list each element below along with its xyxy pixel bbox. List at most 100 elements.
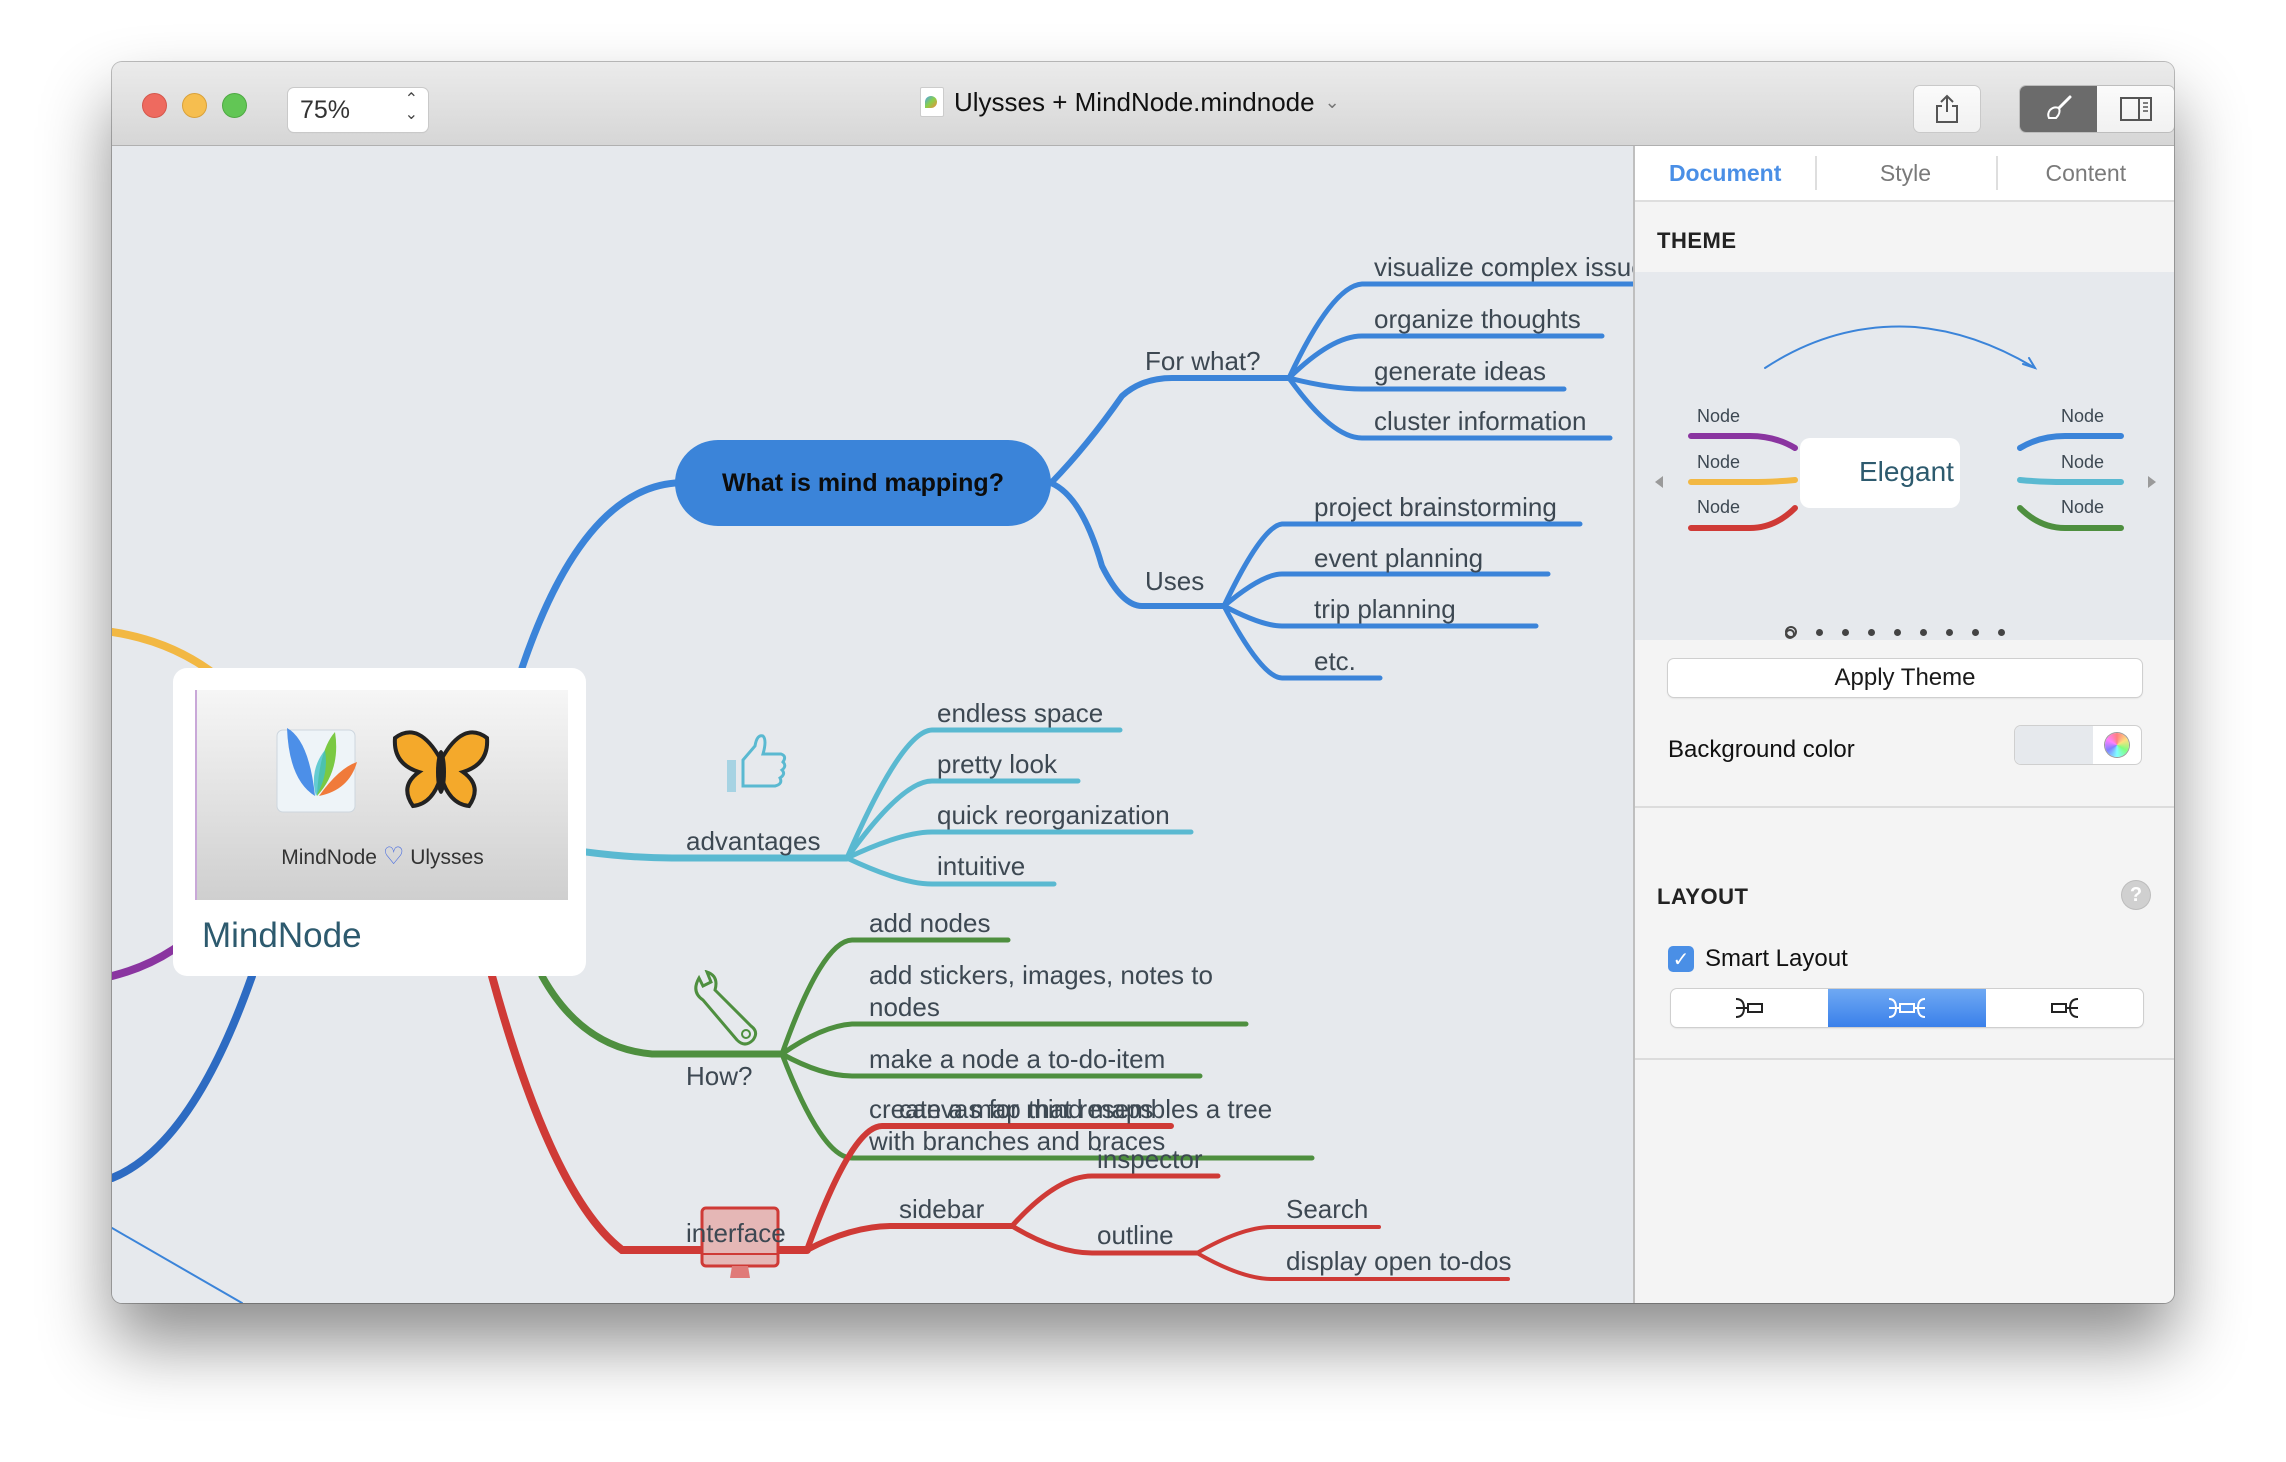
node-uses[interactable]: Uses <box>1145 566 1204 597</box>
node-outline[interactable]: outline <box>1097 1220 1174 1251</box>
chevron-down-icon: ⌄ <box>1324 91 1340 112</box>
theme-preview-name: Elegant <box>1859 456 1954 487</box>
layout-left-button[interactable] <box>1986 989 2143 1027</box>
background-color-label: Background color <box>1668 736 1855 763</box>
page-dot[interactable] <box>1816 628 1823 636</box>
layout-both-button[interactable] <box>1828 989 1986 1027</box>
theme-node-label: Node <box>2061 452 2105 472</box>
theme-node-label: Node <box>2061 497 2105 517</box>
node-organize[interactable]: organize thoughts <box>1374 304 1581 335</box>
layout-right-button[interactable] <box>1671 989 1828 1027</box>
layout-direction-segmented <box>1671 989 2143 1027</box>
link-sidebar-1 <box>1009 1173 1221 1229</box>
node-endless-space[interactable]: endless space <box>937 698 1103 729</box>
smart-layout-checkbox[interactable]: ✓ <box>1668 946 1694 972</box>
caption-ulysses: Ulysses <box>410 846 484 869</box>
node-canvas[interactable]: canvas for mind maps <box>899 1094 1153 1125</box>
node-intuitive[interactable]: intuitive <box>937 851 1025 882</box>
sidebar-icon <box>2119 97 2152 121</box>
section-divider <box>1635 806 2174 808</box>
background-color-well[interactable] <box>2015 726 2141 764</box>
node-how[interactable]: How? <box>686 1061 752 1092</box>
node-search[interactable]: Search <box>1286 1194 1368 1225</box>
node-for-what[interactable]: For what? <box>1145 346 1261 377</box>
theme-page-dots[interactable] <box>1785 626 2005 638</box>
tab-document[interactable]: Document <box>1635 146 1815 200</box>
section-divider <box>1635 1058 2174 1060</box>
document-title[interactable]: Ulysses + MindNode.mindnode ⌄ <box>920 80 1340 124</box>
color-wheel-icon <box>2105 733 2129 757</box>
zoom-select[interactable]: 75% ⌃ ⌄ <box>288 88 428 132</box>
link-main-forwhat <box>1048 375 1292 486</box>
layout-heading: LAYOUT <box>1657 884 1749 909</box>
layout-right-icon <box>1735 998 1763 1018</box>
zoom-value: 75% <box>300 96 351 124</box>
node-add-stickers-line2[interactable]: nodes <box>869 992 940 1023</box>
view-toggle <box>2020 86 2174 132</box>
node-interface[interactable]: interface <box>686 1218 786 1249</box>
theme-node-label: Node <box>2061 406 2105 426</box>
layout-left-icon <box>2051 998 2079 1018</box>
node-pretty-look[interactable]: pretty look <box>937 749 1057 780</box>
tab-style[interactable]: Style <box>1815 146 1995 200</box>
root-node-label: MindNode <box>202 916 362 955</box>
page-dot[interactable] <box>1868 628 1875 636</box>
node-sidebar[interactable]: sidebar <box>899 1194 984 1225</box>
apply-theme-button[interactable]: Apply Theme <box>1668 659 2142 697</box>
node-advantages[interactable]: advantages <box>686 826 820 857</box>
color-swatch <box>2015 726 2093 764</box>
page-dot[interactable] <box>1946 628 1953 636</box>
minimize-button[interactable] <box>182 93 207 118</box>
mindmap-canvas[interactable]: MindNode ♡ Ulysses MindNode What is mind… <box>112 146 1633 1303</box>
wrench-icon <box>694 970 758 1046</box>
mindnode-logo-icon <box>276 728 357 813</box>
node-add-nodes[interactable]: add nodes <box>869 908 990 939</box>
updown-chevron-icon: ⌃ ⌄ <box>404 91 418 123</box>
theme-heading: THEME <box>1657 228 1737 253</box>
inspector-tabs: Document Style Content <box>1635 146 2174 202</box>
branch-darkblue <box>112 972 256 1182</box>
page-dot[interactable] <box>1920 628 1927 636</box>
main-topic-node[interactable]: What is mind mapping? <box>675 440 1051 526</box>
style-inspector-button[interactable] <box>2020 86 2097 132</box>
node-quick-reorg[interactable]: quick reorganization <box>937 800 1170 831</box>
node-inspector[interactable]: inspector <box>1097 1144 1203 1175</box>
smart-layout-label: Smart Layout <box>1705 945 1848 972</box>
node-etc[interactable]: etc. <box>1314 646 1356 677</box>
layout-both-icon <box>1888 998 1926 1018</box>
node-add-stickers[interactable]: add stickers, images, notes to <box>869 960 1213 991</box>
root-node[interactable]: MindNode ♡ Ulysses MindNode <box>173 668 586 976</box>
document-icon <box>920 87 944 117</box>
document-title-text: Ulysses + MindNode.mindnode <box>954 86 1315 117</box>
fullscreen-button[interactable] <box>222 93 247 118</box>
paintbrush-icon <box>2046 95 2071 119</box>
tab-content[interactable]: Content <box>1995 146 2174 200</box>
title-bar: 75% ⌃ ⌄ Ulysses + MindNode.mindnode ⌄ <box>112 62 2174 146</box>
node-todo[interactable]: make a node a to-do-item <box>869 1044 1165 1075</box>
page-dot[interactable] <box>1785 626 1797 638</box>
inspector-sidebar: Document Style Content THEME Elegant Nod… <box>1633 146 2174 1303</box>
share-icon <box>1936 94 1958 123</box>
app-window: 75% ⌃ ⌄ Ulysses + MindNode.mindnode ⌄ Mi… <box>112 62 2174 1303</box>
node-trip[interactable]: trip planning <box>1314 594 1456 625</box>
page-dot[interactable] <box>1998 628 2005 636</box>
thumbs-up-icon <box>727 734 787 792</box>
node-event[interactable]: event planning <box>1314 543 1483 574</box>
page-dot[interactable] <box>1894 628 1901 636</box>
theme-preview-carousel: Elegant Node Node Node Node Node Node <box>1635 272 2174 640</box>
theme-node-label: Node <box>1697 406 1741 426</box>
close-button[interactable] <box>142 93 167 118</box>
sidebar-toggle-button[interactable] <box>2097 86 2174 132</box>
link-interface-2 <box>804 1223 1015 1253</box>
share-button[interactable] <box>1914 86 1980 132</box>
root-node-image: MindNode ♡ Ulysses <box>195 690 568 900</box>
node-display-todos[interactable]: display open to-dos <box>1286 1246 1511 1277</box>
page-dot[interactable] <box>1972 628 1979 636</box>
node-cluster[interactable]: cluster information <box>1374 406 1586 437</box>
theme-node-label: Node <box>1697 452 1741 472</box>
node-project[interactable]: project brainstorming <box>1314 492 1557 523</box>
page-dot[interactable] <box>1842 628 1849 636</box>
node-generate[interactable]: generate ideas <box>1374 356 1546 387</box>
help-icon[interactable]: ? <box>2122 881 2150 909</box>
node-visualize[interactable]: visualize complex issues <box>1374 252 1633 283</box>
